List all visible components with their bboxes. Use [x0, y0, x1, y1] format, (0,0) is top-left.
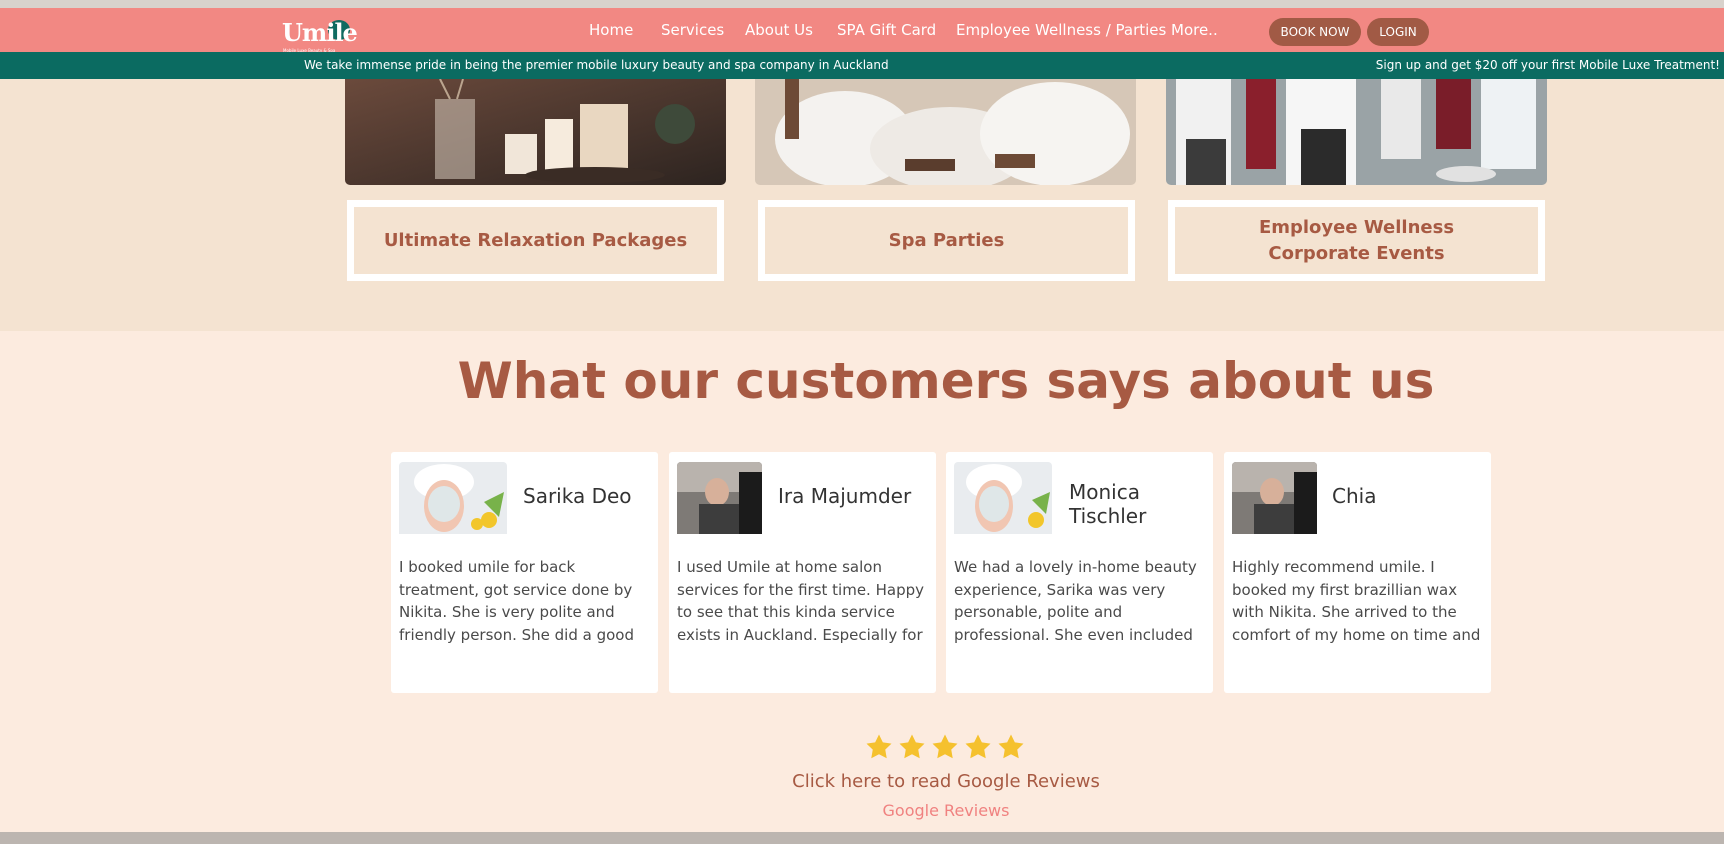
promo-bar: We take immense pride in being the premi… — [0, 52, 1724, 79]
star-icon — [866, 734, 892, 759]
service-title-employee-wellness: Employee Wellness — [1258, 216, 1455, 238]
star-icon — [932, 734, 958, 759]
reviewer-name: Sarika Deo — [523, 484, 632, 508]
review-text: Highly recommend umile. I booked my firs… — [1232, 558, 1481, 644]
relaxation-image[interactable] — [345, 79, 726, 185]
service-card-employee-wellness[interactable]: Employee Wellness Corporate Events — [1168, 200, 1545, 281]
star-icon — [998, 734, 1024, 759]
service-card-relaxation[interactable]: Ultimate Relaxation Packages — [347, 200, 724, 281]
rating-stars — [864, 732, 1028, 762]
star-icon — [965, 734, 991, 759]
service-title-corporate-events: Corporate Events — [1268, 242, 1445, 264]
avatar — [954, 462, 1052, 538]
nav-about-us[interactable]: About Us — [745, 21, 813, 39]
reviewer-name: Ira Majumder — [778, 484, 912, 508]
service-card-spa-parties[interactable]: Spa Parties — [758, 200, 1135, 281]
testimonials-heading: What our customers says about us — [457, 352, 1435, 410]
nav-spa-gift-card[interactable]: SPA Gift Card — [837, 21, 936, 39]
umile-logo[interactable]: Umile Mobile Luxe Beauty & Spa — [280, 16, 358, 56]
review-text: I used Umile at home salon services for … — [677, 558, 924, 644]
service-title-spa-parties: Spa Parties — [888, 229, 1005, 251]
book-now-button[interactable]: BOOK NOW — [1269, 18, 1361, 46]
review-text: I booked umile for back treatment, got s… — [399, 558, 634, 644]
testimonial-card: Sarika Deo I booked umile for back treat… — [391, 452, 658, 693]
avatar — [1232, 462, 1317, 538]
logo-text: Umile — [282, 18, 358, 47]
nav-services[interactable]: Services — [661, 21, 724, 39]
testimonial-card: Chia Highly recommend umile. I booked my… — [1224, 452, 1491, 693]
testimonial-card: Ira Majumder I used Umile at home salon … — [669, 452, 936, 693]
promo-offer[interactable]: Sign up and get $20 off your first Mobil… — [1376, 58, 1720, 72]
service-title-relaxation: Ultimate Relaxation Packages — [383, 229, 688, 251]
reviewer-name: Monica Tischler — [1069, 480, 1147, 528]
google-reviews-sublink[interactable]: Google Reviews — [0, 801, 1724, 820]
nav-more[interactable]: More.. — [1171, 21, 1218, 39]
login-button[interactable]: LOGIN — [1367, 18, 1429, 46]
nav-home[interactable]: Home — [589, 21, 633, 39]
spa-parties-image[interactable] — [755, 79, 1136, 185]
next-section-preview — [0, 832, 1724, 844]
review-text: We had a lovely in-home beauty experienc… — [954, 558, 1197, 644]
avatar — [399, 462, 507, 538]
browser-top-strip — [0, 0, 1724, 8]
star-icon — [899, 734, 925, 759]
reviewer-name: Chia — [1332, 484, 1377, 508]
promo-message: We take immense pride in being the premi… — [304, 58, 889, 72]
google-reviews-link[interactable]: Click here to read Google Reviews — [0, 771, 1724, 792]
testimonial-card: Monica Tischler We had a lovely in-home … — [946, 452, 1213, 693]
nav-employee-wellness[interactable]: Employee Wellness / Parties — [956, 21, 1166, 39]
avatar — [677, 462, 762, 538]
corporate-events-image[interactable] — [1166, 79, 1547, 185]
